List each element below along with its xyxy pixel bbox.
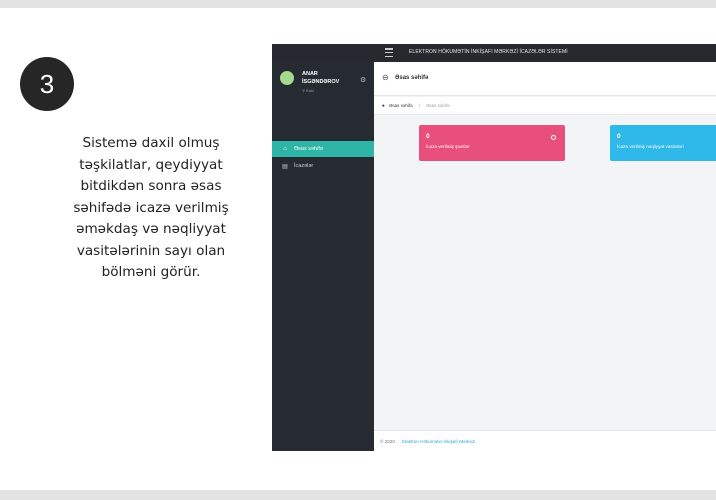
- breadcrumb-separator: /: [419, 103, 421, 108]
- permitted-vehicles-card[interactable]: 0 İcazə verilmiş nəqliyyat vasitələri: [610, 125, 716, 161]
- user-avatar: [280, 71, 294, 85]
- user-location: ⚲ Baki: [302, 88, 314, 93]
- slide-bottom-border: [0, 490, 716, 500]
- breadcrumb: ♠ Əsas səhifə / Əsas səhifə: [374, 97, 716, 115]
- sidebar-item-label: İcazələr: [294, 163, 314, 169]
- footer: © 2020. Elektron Hökumətin İnkişafı Mərk…: [374, 430, 716, 451]
- footer-link[interactable]: Elektron Hökumətin İnkişafı Mərkəzi: [402, 439, 475, 444]
- user-first-name: ANAR: [302, 71, 318, 77]
- permitted-vehicles-count: 0: [617, 133, 621, 140]
- breadcrumb-link-home[interactable]: Əsas səhifə: [389, 103, 413, 108]
- gear-icon[interactable]: ⚙: [360, 77, 366, 84]
- permitted-persons-count: 0: [426, 133, 430, 140]
- footer-copyright: © 2020.: [380, 439, 397, 444]
- circle-icon: [551, 135, 556, 140]
- breadcrumb-current: Əsas səhifə: [426, 103, 450, 108]
- back-arrow-icon[interactable]: ⊖: [382, 74, 389, 82]
- sidebar-item-label: Əsas səhifə: [294, 146, 323, 152]
- permitted-persons-card[interactable]: 0 İcazə verilmiş şəxslər: [419, 125, 565, 161]
- system-title: ELEKTRON HÖKUMƏTİN İNKİŞAFI MƏRKƏZİ İCAZ…: [409, 49, 568, 55]
- slide-top-border: [0, 0, 716, 8]
- sidebar-item-home[interactable]: ⌂ Əsas səhifə: [272, 141, 374, 157]
- permitted-persons-label: İcazə verilmiş şəxslər: [426, 144, 470, 149]
- document-icon: ▤: [282, 163, 288, 170]
- step-description: Sistemə daxil olmuş təşkilatlar, qeydiyy…: [73, 135, 229, 280]
- user-location-text: Baki: [306, 88, 314, 93]
- sidebar-item-permissions[interactable]: ▤ İcazələr: [272, 158, 374, 174]
- home-icon: ⌂: [283, 146, 287, 152]
- home-icon: ♠: [382, 103, 385, 109]
- hamburger-menu-icon[interactable]: [385, 48, 393, 57]
- sidebar: ANAR İSGƏNDƏROV ⚲ Baki ⚙ ⌂ Əsas səhifə ▤…: [272, 62, 374, 451]
- top-navbar: ELEKTRON HÖKUMƏTİN İNKİŞAFI MƏRKƏZİ İCAZ…: [272, 44, 716, 62]
- page-title: Əsas səhifə: [395, 75, 429, 81]
- permitted-vehicles-label: İcazə verilmiş nəqliyyat vasitələri: [617, 144, 684, 149]
- page-header: ⊖ Əsas səhifə: [374, 62, 716, 96]
- step-number-badge: 3: [20, 57, 74, 111]
- user-last-name: İSGƏNDƏROV: [302, 79, 340, 85]
- app-screenshot: ELEKTRON HÖKUMƏTİN İNKİŞAFI MƏRKƏZİ İCAZ…: [272, 44, 716, 451]
